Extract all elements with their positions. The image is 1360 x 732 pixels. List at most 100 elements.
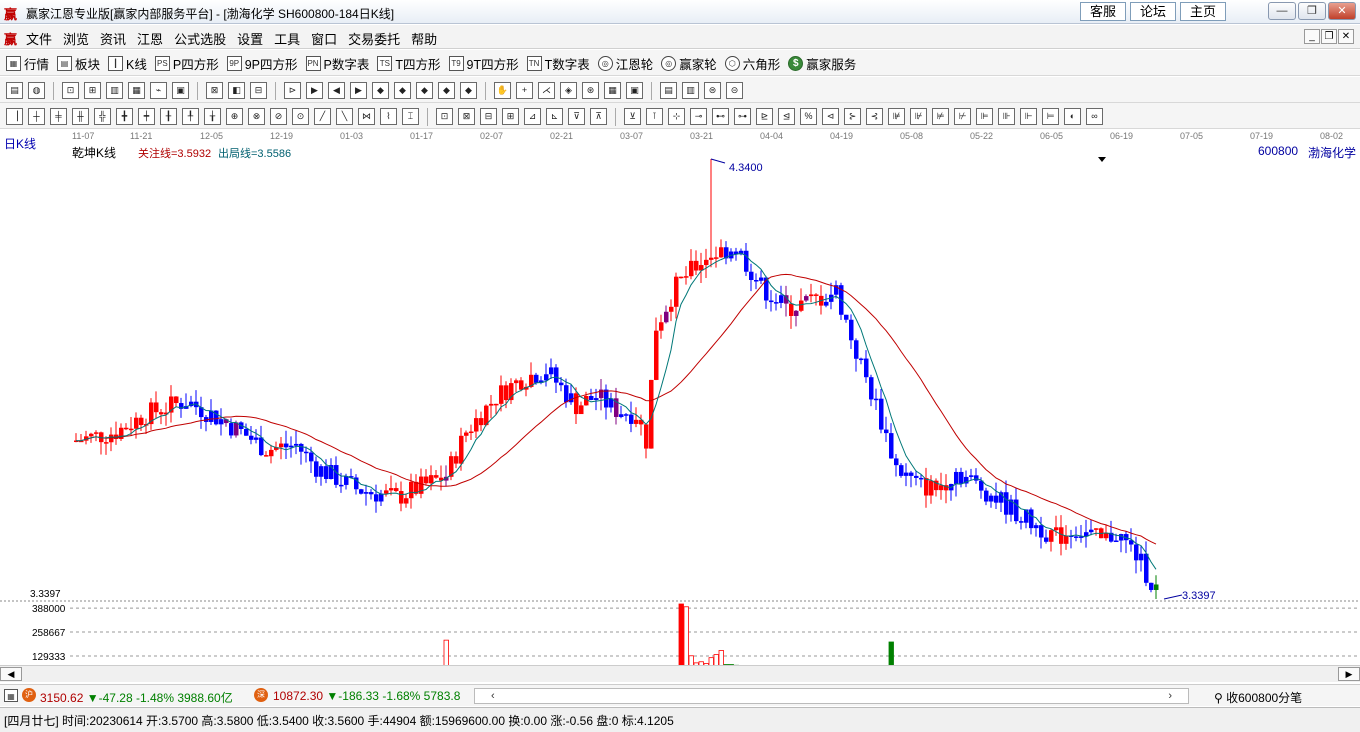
nav-tool-icon[interactable]: ◀ (328, 82, 345, 99)
nav-tool-icon[interactable]: ◆ (372, 82, 389, 99)
draw-tool-icon[interactable]: ⊭ (932, 108, 949, 125)
nav-tool-icon[interactable]: ▦ (604, 82, 621, 99)
toolbar-item-8[interactable]: TN T数字表 (526, 54, 590, 73)
maximize-icon[interactable]: ❐ (1298, 2, 1326, 20)
toolbar-item-12[interactable]: $ 赢家服务 (788, 54, 856, 73)
nav-tool-icon[interactable]: ▶ (350, 82, 367, 99)
menu-trade[interactable]: 交易委托 (348, 29, 400, 48)
draw-tool-icon[interactable]: ╲ (336, 108, 353, 125)
draw-tool-icon[interactable]: ╀ (182, 108, 199, 125)
draw-tool-icon[interactable]: ╂ (160, 108, 177, 125)
mdi-minimize-icon[interactable]: _ (1304, 29, 1320, 44)
menu-gann[interactable]: 江恩 (137, 29, 163, 48)
nav-tool-icon[interactable]: ◆ (394, 82, 411, 99)
receive-ticks[interactable]: ⚲ 收600800分笔 (1214, 689, 1302, 706)
nav-tool-icon[interactable]: ⊛ (582, 82, 599, 99)
draw-tool-icon[interactable]: ⊠ (458, 108, 475, 125)
nav-tool-icon[interactable]: ⋌ (538, 82, 555, 99)
draw-tool-icon[interactable]: ⊰ (866, 108, 883, 125)
draw-tool-icon[interactable]: ╱ (314, 108, 331, 125)
nav-tool-icon[interactable]: ▤ (6, 82, 23, 99)
home-link[interactable]: 主页 (1180, 2, 1226, 21)
kline-chart[interactable]: 4.3400 3.3397 3.3397 388000 258667 129333 (0, 129, 1360, 665)
draw-tool-icon[interactable]: ⊡ (436, 108, 453, 125)
toolbar-item-11[interactable]: ⬡ 六角形 (724, 54, 780, 73)
draw-tool-icon[interactable]: ╋ (116, 108, 133, 125)
toolbar-item-3[interactable]: PS P四方形 (154, 54, 219, 73)
draw-tool-icon[interactable]: ⋈ (358, 108, 375, 125)
index-scroll-right-icon[interactable]: › (1168, 690, 1172, 702)
toolbar-item-6[interactable]: TS T四方形 (377, 54, 441, 73)
menu-window[interactable]: 窗口 (311, 29, 337, 48)
toolbar-item-5[interactable]: PN P数字表 (305, 54, 369, 73)
draw-tool-icon[interactable]: ⊾ (546, 108, 563, 125)
close-icon[interactable]: ✕ (1328, 2, 1356, 20)
draw-tool-icon[interactable]: ∞ (1086, 108, 1103, 125)
draw-tool-icon[interactable]: ⊴ (778, 108, 795, 125)
draw-tool-icon[interactable]: ⊗ (248, 108, 265, 125)
draw-tool-icon[interactable]: ⊩ (1020, 108, 1037, 125)
draw-tool-icon[interactable]: ⊺ (646, 108, 663, 125)
mdi-restore-icon[interactable]: ❐ (1321, 29, 1337, 44)
draw-tool-icon[interactable]: ⊿ (524, 108, 541, 125)
kline-chart-area[interactable]: 4.3400 3.3397 3.3397 388000 258667 129333 11-… (0, 129, 1360, 681)
nav-tool-icon[interactable]: ⊳ (284, 82, 301, 99)
nav-tool-icon[interactable]: ⊜ (704, 82, 721, 99)
nav-tool-icon[interactable]: ◆ (460, 82, 477, 99)
menu-file[interactable]: 文件 (26, 29, 52, 48)
draw-tool-icon[interactable]: ⊙ (292, 108, 309, 125)
draw-tool-icon[interactable]: ⊸ (690, 108, 707, 125)
nav-tool-icon[interactable]: ▥ (106, 82, 123, 99)
draw-tool-icon[interactable]: ⌶ (402, 108, 419, 125)
toolbar-item-2[interactable]: ┃ K线 (108, 54, 147, 73)
draw-tool-icon[interactable]: ⊯ (888, 108, 905, 125)
toolbar-item-0[interactable]: ▦ 行情 (6, 54, 49, 73)
draw-tool-icon[interactable]: ⊽ (568, 108, 585, 125)
draw-tool-icon[interactable]: ⊵ (756, 108, 773, 125)
nav-tool-icon[interactable]: ◈ (560, 82, 577, 99)
toolbar-item-7[interactable]: T9 9T四方形 (448, 54, 519, 73)
nav-tool-icon[interactable]: ▥ (682, 82, 699, 99)
nav-tool-icon[interactable]: ⊡ (62, 82, 79, 99)
draw-tool-icon[interactable]: ⊮ (910, 108, 927, 125)
scroll-left-icon[interactable]: ◀ (0, 667, 22, 681)
draw-tool-icon[interactable]: ⊕ (226, 108, 243, 125)
toolbar-item-9[interactable]: ◎ 江恩轮 (597, 54, 653, 73)
nav-tool-icon[interactable]: ▦ (128, 82, 145, 99)
nav-tool-icon[interactable]: ▣ (626, 82, 643, 99)
minimize-icon[interactable]: — (1268, 2, 1296, 20)
mdi-close-icon[interactable]: ✕ (1338, 29, 1354, 44)
nav-tool-icon[interactable]: ▤ (660, 82, 677, 99)
draw-tool-icon[interactable]: ⊫ (976, 108, 993, 125)
draw-tool-icon[interactable]: ⊬ (954, 108, 971, 125)
nav-tool-icon[interactable]: ◆ (438, 82, 455, 99)
grid-icon[interactable]: ▦ (4, 689, 18, 702)
draw-tool-icon[interactable]: ⊟ (480, 108, 497, 125)
period-label[interactable]: 日K线 (4, 135, 36, 152)
draw-tool-icon[interactable]: ⊞ (502, 108, 519, 125)
draw-tool-icon[interactable]: ⊘ (270, 108, 287, 125)
nav-tool-icon[interactable]: ▶ (306, 82, 323, 99)
nav-tool-icon[interactable]: ◆ (416, 82, 433, 99)
draw-tool-icon[interactable]: ╫ (72, 108, 89, 125)
nav-tool-icon[interactable]: ⊝ (726, 82, 743, 99)
index-scroll-left-icon[interactable]: ‹ (491, 690, 495, 702)
toolbar-item-4[interactable]: 9P 9P四方形 (226, 54, 298, 73)
menu-browse[interactable]: 浏览 (63, 29, 89, 48)
service-link[interactable]: 客服 (1080, 2, 1126, 21)
nav-tool-icon[interactable]: ⊞ (84, 82, 101, 99)
draw-tool-icon[interactable]: ⊪ (998, 108, 1015, 125)
draw-tool-icon[interactable]: ⊲ (822, 108, 839, 125)
forum-link[interactable]: 论坛 (1130, 2, 1176, 21)
draw-tool-icon[interactable]: ⊶ (734, 108, 751, 125)
draw-tool-icon[interactable]: % (800, 108, 817, 125)
draw-tool-icon[interactable]: ⊷ (712, 108, 729, 125)
nav-tool-icon[interactable]: ⊠ (206, 82, 223, 99)
menu-tools[interactable]: 工具 (274, 29, 300, 48)
draw-tool-icon[interactable]: ⊻ (624, 108, 641, 125)
chart-scrollbar[interactable]: ◀ ▶ (0, 665, 1360, 682)
draw-tool-icon[interactable]: ⊨ (1042, 108, 1059, 125)
draw-tool-icon[interactable]: ▕ (6, 108, 23, 125)
nav-tool-icon[interactable]: ⌁ (150, 82, 167, 99)
scroll-right-icon[interactable]: ▶ (1338, 667, 1360, 681)
